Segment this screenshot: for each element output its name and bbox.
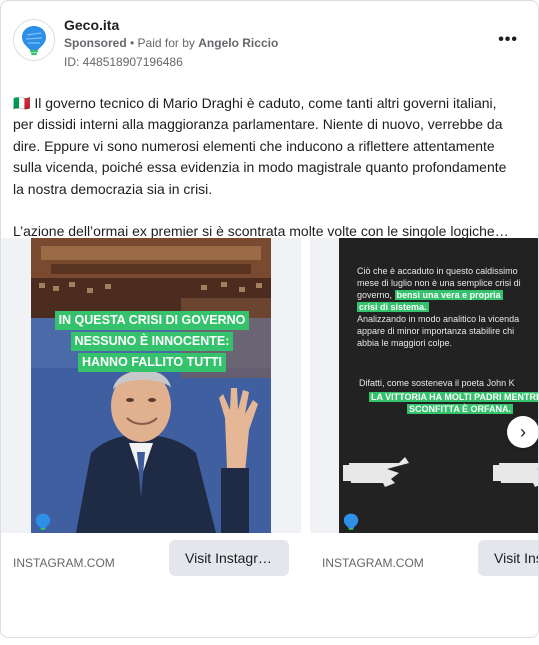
page-avatar[interactable]: [13, 19, 55, 61]
card-2-text-9: LA VITTORIA HA MOLTI PADRI MENTRE: [369, 392, 538, 403]
gecko-logo-badge-icon: [35, 513, 51, 530]
ad-card: Geco.ita Sponsored • Paid for by Angelo …: [0, 0, 539, 638]
card-image-2[interactable]: Ciò che è accaduto in questo caldissimo …: [339, 238, 538, 533]
carousel-next-button[interactable]: ›: [507, 416, 538, 448]
paid-for-label: • Paid for by: [130, 36, 195, 50]
card-2-text-8: Difatti, come sosteneva il poeta John K: [359, 378, 515, 388]
card-2-text-3a: governo,: [357, 290, 393, 300]
card-2-text-4: crisi di sistema.: [357, 302, 538, 313]
card-2-text-7: abbia le maggiori colpe.: [357, 338, 453, 348]
sponsor-name: Angelo Riccio: [198, 36, 279, 50]
pointing-hand-icon: [343, 457, 538, 487]
carousel-card-2[interactable]: Ciò che è accaduto in questo caldissimo …: [310, 238, 538, 578]
card-2-highlight-3: LA VITTORIA HA MOLTI PADRI MENTRE: [369, 392, 538, 402]
visit-instagram-button-2[interactable]: Visit Ins: [478, 540, 538, 576]
card-2-text-2: mese di luglio non è una semplice crisi …: [357, 278, 521, 288]
page-name[interactable]: Geco.ita: [64, 17, 119, 33]
gecko-logo-badge-icon: [343, 513, 359, 530]
headline-line-1: IN QUESTA CRISI DI GOVERNO: [54, 311, 250, 330]
ad-id: ID: 448518907196486: [64, 55, 183, 69]
card-2-text-6: appare di minor importanza stabilire chi: [357, 326, 515, 336]
card-2-text-10: SCONFITTA È ORFANA.: [407, 404, 538, 415]
card-2-highlight-2: crisi di sistema.: [357, 302, 429, 312]
sponsored-label: Sponsored: [64, 36, 127, 50]
card-2-highlight-1: bensì una vera e propria: [394, 290, 503, 300]
card-1-domain: INSTAGRAM.COM: [13, 556, 115, 570]
card-2-text-3: governo, bensì una vera e propria: [357, 290, 538, 301]
card-2-highlight-4: SCONFITTA È ORFANA.: [407, 404, 513, 414]
card-1-headline: IN QUESTA CRISI DI GOVERNO NESSUNO È INN…: [43, 310, 261, 373]
ad-header: Geco.ita Sponsored • Paid for by Angelo …: [13, 13, 528, 69]
card-image-1[interactable]: IN QUESTA CRISI DI GOVERNO NESSUNO È INN…: [31, 238, 271, 533]
headline-line-3: HANNO FALLITO TUTTI: [77, 353, 227, 372]
gecko-logo-icon: [22, 26, 46, 55]
more-options-icon[interactable]: •••: [498, 31, 518, 49]
body-paragraph-1: 🇮🇹 Il governo tecnico di Mario Draghi è …: [13, 95, 507, 197]
visit-instagram-button-1[interactable]: Visit Instagr…: [169, 540, 289, 576]
chevron-right-icon: ›: [520, 421, 526, 442]
sponsored-line: Sponsored • Paid for by Angelo Riccio: [64, 36, 278, 50]
parliament-photo: [31, 238, 271, 533]
carousel-card-1[interactable]: IN QUESTA CRISI DI GOVERNO NESSUNO È INN…: [1, 238, 301, 578]
card-2-text-1: Ciò che è accaduto in questo caldissimo: [357, 266, 518, 276]
card-2-text-5: Analizzando in modo analitico la vicenda: [357, 314, 520, 324]
headline-line-2: NESSUNO È INNOCENTE:: [70, 332, 234, 351]
ad-carousel: IN QUESTA CRISI DI GOVERNO NESSUNO È INN…: [1, 238, 538, 637]
card-2-domain: INSTAGRAM.COM: [322, 556, 424, 570]
